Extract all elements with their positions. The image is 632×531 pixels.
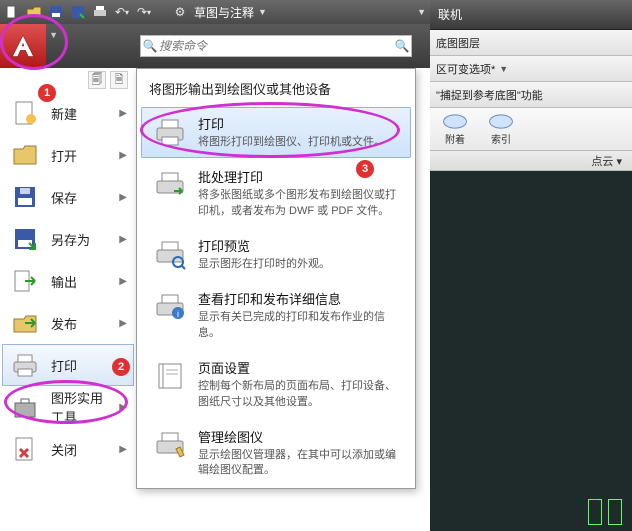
menu-label: 打印	[51, 356, 109, 375]
annotation-badge-1: 1	[38, 84, 56, 102]
submenu-desc: 显示图形在打印时的外观。	[198, 257, 400, 273]
menu-item-close-file[interactable]: 关闭 ▶	[2, 428, 134, 470]
toolbox-icon	[9, 391, 41, 423]
attach-button[interactable]: 附着	[436, 112, 474, 146]
ribbon-tab-online[interactable]: 联机	[430, 0, 632, 30]
menu-item-floppy-as[interactable]: 另存为 ▶	[2, 218, 134, 260]
submenu-item-2[interactable]: 打印预览显示图形在打印时的外观。	[141, 229, 411, 280]
chevron-right-icon: ▶	[119, 192, 127, 203]
saveas-icon[interactable]	[70, 4, 86, 20]
chevron-right-icon: ▶	[119, 150, 127, 161]
chevron-down-icon: ▼	[49, 30, 58, 40]
gear-icon[interactable]: ⚙	[172, 4, 188, 20]
drawing-shape	[608, 499, 622, 525]
printer-variant-icon	[152, 167, 188, 203]
search-input[interactable]	[159, 39, 393, 53]
export-icon	[9, 265, 41, 297]
menu-item-floppy[interactable]: 保存 ▶	[2, 176, 134, 218]
submenu-head: 页面设置	[198, 358, 400, 377]
chevron-right-icon: ▶	[119, 234, 127, 245]
publish-icon	[9, 307, 41, 339]
menu-item-toolbox[interactable]: 图形实用 工具 ▶	[2, 386, 134, 428]
menu-item-publish[interactable]: 发布 ▶	[2, 302, 134, 344]
floppy-as-icon	[9, 223, 41, 255]
drawing-canvas[interactable]	[430, 171, 632, 531]
svg-text:i: i	[177, 309, 179, 319]
menu-item-folder-open[interactable]: 打开 ▶	[2, 134, 134, 176]
submenu-desc: 将图形打印到绘图仪、打印机或文件。	[198, 135, 400, 151]
submenu-desc: 显示绘图仪管理器，在其中可以添加或编辑绘图仪配置。	[198, 448, 400, 480]
workspace-label: 草图与注释	[194, 4, 254, 21]
submenu-title: 将图形输出到绘图仪或其他设备	[137, 69, 415, 105]
undo-icon[interactable]: ↶▾	[114, 4, 130, 20]
chevron-right-icon: ▶	[119, 318, 127, 329]
chevron-right-icon: ▶	[119, 276, 127, 287]
index-button[interactable]: 索引	[482, 112, 520, 146]
search-go-icon[interactable]: 🔍	[393, 39, 411, 53]
submenu-head: 查看打印和发布详细信息	[198, 289, 400, 308]
menu-label: 新建	[51, 104, 109, 123]
submenu-desc: 将多张图纸或多个图形发布到绘图仪或打印机，或者发布为 DWF 或 PDF 文件。	[198, 188, 400, 220]
drawing-shape	[588, 499, 602, 525]
search-icon: 🔍	[141, 39, 159, 53]
printer-variant-icon: i	[152, 289, 188, 325]
annotation-badge-2: 2	[112, 358, 130, 376]
file-new-icon	[9, 97, 41, 129]
menu-label: 另存为	[51, 230, 109, 249]
menu-label: 输出	[51, 272, 109, 291]
open-icon[interactable]	[26, 4, 42, 20]
printer-icon	[9, 349, 41, 381]
chevron-right-icon: ▶	[119, 402, 127, 413]
submenu-head: 打印	[198, 114, 400, 133]
menu-item-file-new[interactable]: 新建 ▶	[2, 92, 134, 134]
printer-variant-icon	[152, 427, 188, 463]
menu-label: 保存	[51, 188, 109, 207]
print-icon[interactable]	[92, 4, 108, 20]
printer-variant-icon	[152, 114, 188, 150]
submenu-item-0[interactable]: 打印将图形打印到绘图仪、打印机或文件。	[141, 107, 411, 158]
printer-variant-icon	[152, 358, 188, 394]
snap-row[interactable]: "捕捉到参考底图"功能	[430, 82, 632, 108]
layer-row[interactable]: 底图图层	[430, 30, 632, 56]
menu-label: 打开	[51, 146, 109, 165]
application-menu: 🗐 🗎 新建▶打开▶保存▶另存为▶输出▶发布▶打印▶图形实用 工具▶关闭▶	[2, 68, 134, 470]
menu-label: 发布	[51, 314, 109, 333]
quick-access-toolbar: ↶▾ ↷▾ ⚙ 草图与注释 ▼ ▼	[0, 0, 430, 24]
print-submenu: 将图形输出到绘图仪或其他设备 打印将图形打印到绘图仪、打印机或文件。批处理打印将…	[136, 68, 416, 489]
floppy-icon	[9, 181, 41, 213]
open-docs-icon[interactable]: 🗎	[110, 71, 128, 89]
printer-variant-icon	[152, 236, 188, 272]
submenu-head: 管理绘图仪	[198, 427, 400, 446]
new-icon[interactable]	[4, 4, 20, 20]
submenu-item-3[interactable]: i 查看打印和发布详细信息显示有关已完成的打印和发布作业的信息。	[141, 282, 411, 349]
workspace-dropdown[interactable]: 草图与注释 ▼	[194, 4, 267, 21]
submenu-head: 打印预览	[198, 236, 400, 255]
submenu-desc: 显示有关已完成的打印和发布作业的信息。	[198, 310, 400, 342]
folder-open-icon	[9, 139, 41, 171]
right-panel: 联机 底图图层 区可变选项*▼ "捕捉到参考底图"功能 附着 索引 点云 ▾	[430, 0, 632, 510]
redo-icon[interactable]: ↷▾	[136, 4, 152, 20]
pointcloud-footer[interactable]: 点云 ▾	[430, 151, 632, 171]
menu-label: 图形实用 工具	[51, 388, 109, 426]
menu-item-export[interactable]: 输出 ▶	[2, 260, 134, 302]
mini-toolbar: 🗐 🗎	[2, 68, 134, 92]
submenu-item-5[interactable]: 管理绘图仪显示绘图仪管理器，在其中可以添加或编辑绘图仪配置。	[141, 420, 411, 487]
application-menu-button[interactable]: ▼	[0, 24, 46, 68]
chevron-right-icon: ▶	[119, 444, 127, 455]
chevron-down-icon: ▼	[499, 64, 508, 74]
submenu-desc: 控制每个新布局的页面布局、打印设备、图纸尺寸以及其他设置。	[198, 379, 400, 411]
command-search[interactable]: 🔍 🔍	[140, 35, 412, 57]
toolbar-overflow-icon[interactable]: ▼	[417, 7, 426, 17]
chevron-right-icon: ▶	[119, 108, 127, 119]
annotation-badge-3: 3	[356, 160, 374, 178]
close-file-icon	[9, 433, 41, 465]
chevron-down-icon: ▼	[258, 7, 267, 17]
recent-docs-icon[interactable]: 🗐	[88, 71, 106, 89]
submenu-item-4[interactable]: 页面设置控制每个新布局的页面布局、打印设备、图纸尺寸以及其他设置。	[141, 351, 411, 418]
menu-label: 关闭	[51, 440, 109, 459]
save-icon[interactable]	[48, 4, 64, 20]
options-row[interactable]: 区可变选项*▼	[430, 56, 632, 82]
pointcloud-group: 附着 索引	[430, 108, 632, 151]
